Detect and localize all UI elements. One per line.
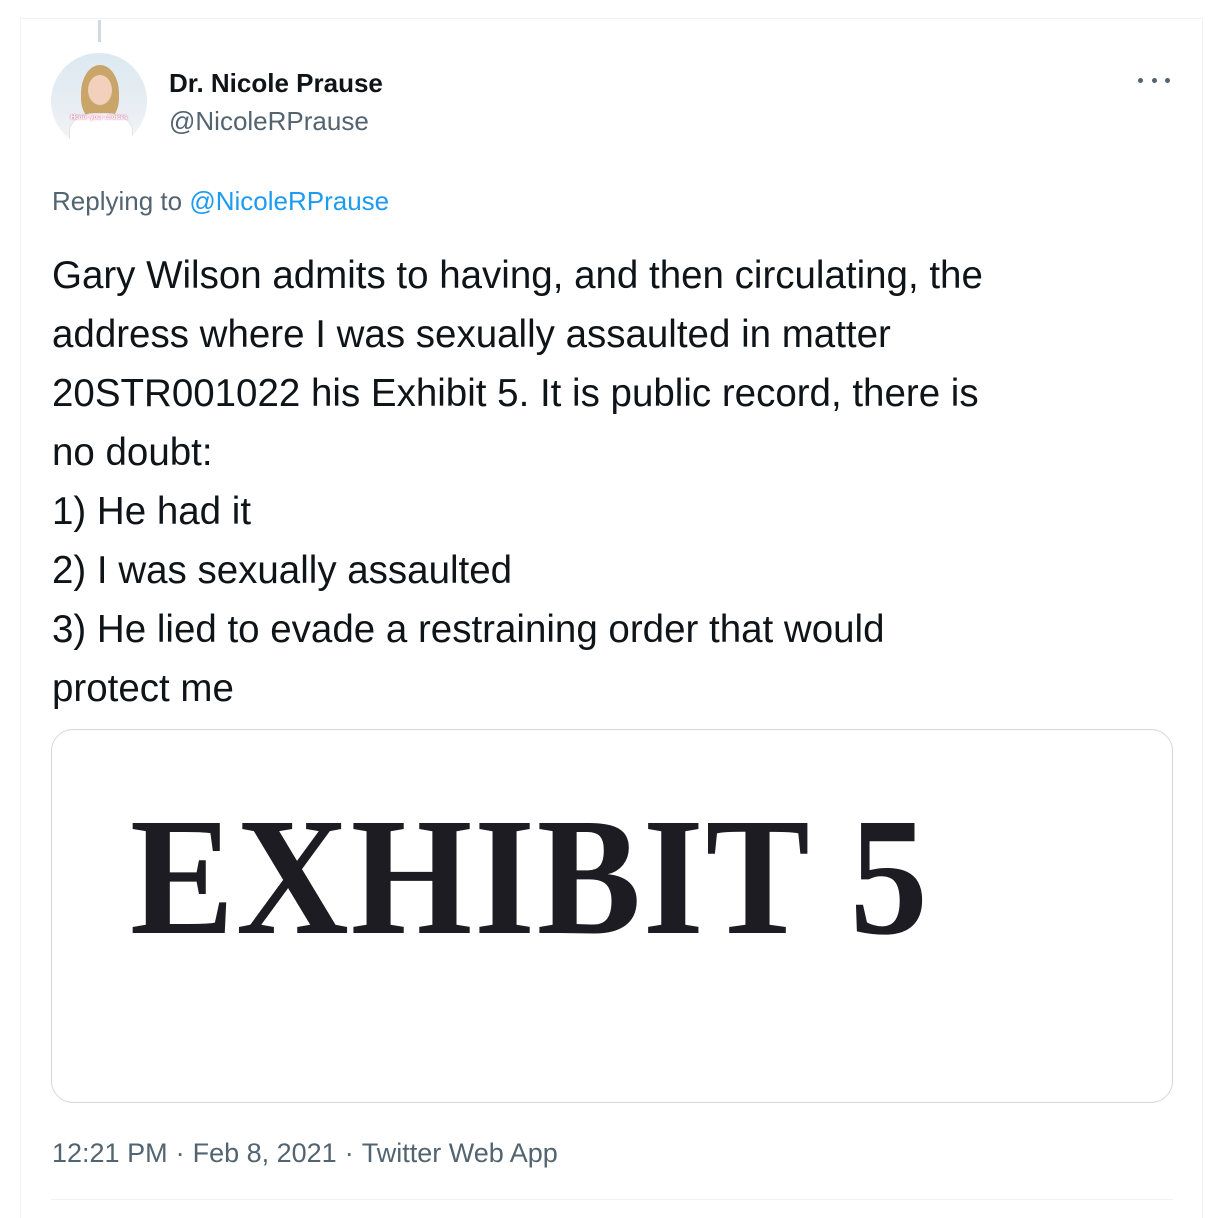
author-handle[interactable]: @NicoleRPrause bbox=[169, 106, 369, 137]
tweet-timestamp-row: 12:21 PM · Feb 8, 2021 · Twitter Web App bbox=[52, 1138, 558, 1169]
tweet-text-line: 20STR001022 his Exhibit 5. It is public … bbox=[52, 372, 979, 415]
replying-to-mention[interactable]: @NicoleRPrause bbox=[189, 186, 389, 216]
tweet-text-line: no doubt: bbox=[52, 431, 213, 474]
more-horizontal-icon bbox=[1151, 77, 1157, 83]
tweet-text-line: address where I was sexually assaulted i… bbox=[52, 313, 891, 356]
tweet-text-line: 1) He had it bbox=[52, 490, 252, 533]
more-options-button[interactable] bbox=[1138, 70, 1170, 90]
separator-dot: · bbox=[344, 1138, 354, 1168]
tweet-text-line: protect me bbox=[52, 667, 234, 710]
tweet-text-line: Gary Wilson admits to having, and then c… bbox=[52, 254, 983, 297]
avatar-banner-text: Honor your choices bbox=[70, 115, 128, 121]
tweet-date[interactable]: Feb 8, 2021 bbox=[193, 1138, 337, 1168]
avatar[interactable]: Honor your choices bbox=[51, 53, 147, 149]
separator-dot: · bbox=[175, 1138, 185, 1168]
replying-to-prefix: Replying to bbox=[52, 186, 183, 216]
more-horizontal-icon bbox=[1138, 77, 1143, 83]
tweet-text-line: 3) He lied to evade a restraining order … bbox=[52, 608, 885, 651]
tweet-media-image[interactable]: EXHIBIT 5 bbox=[51, 729, 1173, 1103]
author-display-name[interactable]: Dr. Nicole Prause bbox=[169, 68, 383, 99]
tweet-text: Gary Wilson admits to having, and then c… bbox=[52, 246, 1162, 718]
thread-connector-line bbox=[98, 20, 101, 42]
avatar-face bbox=[88, 75, 112, 105]
tweet-source[interactable]: Twitter Web App bbox=[362, 1138, 558, 1168]
more-horizontal-icon bbox=[1165, 77, 1170, 83]
tweet-time[interactable]: 12:21 PM bbox=[52, 1138, 168, 1168]
replying-to: Replying to @NicoleRPrause bbox=[52, 186, 389, 217]
tweet-text-line: 2) I was sexually assaulted bbox=[52, 549, 513, 592]
divider bbox=[51, 1199, 1173, 1200]
exhibit-image-text: EXHIBIT 5 bbox=[130, 784, 930, 970]
